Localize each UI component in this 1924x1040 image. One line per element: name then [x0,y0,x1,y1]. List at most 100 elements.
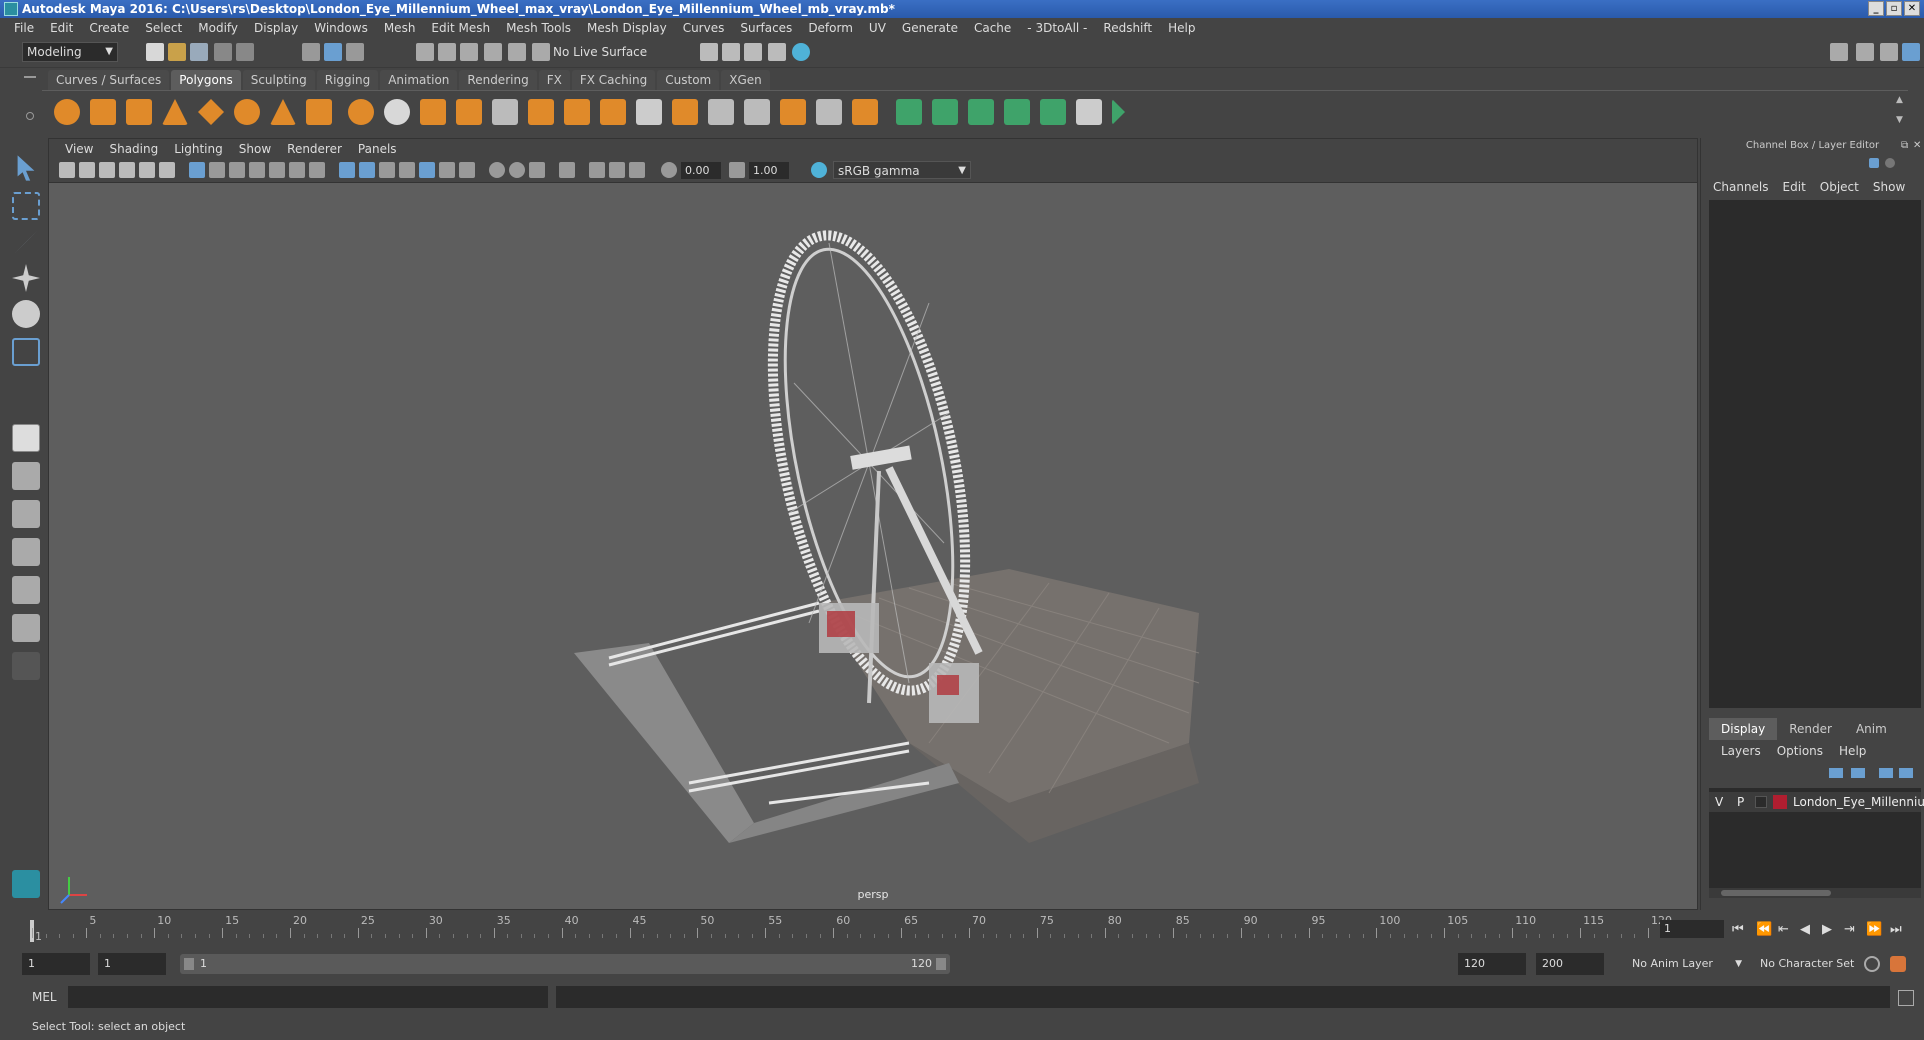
menu-redshift[interactable]: Redshift [1095,21,1160,35]
shadows-icon[interactable] [439,162,455,178]
tab-rigging[interactable]: Rigging [316,70,379,90]
gamma-icon[interactable] [729,162,745,178]
use-all-lights-icon[interactable] [419,162,435,178]
layer-playback-toggle[interactable]: P [1737,792,1744,812]
menu-windows[interactable]: Windows [306,21,376,35]
scale-tool-icon[interactable] [12,338,40,366]
channel-box-toggle-icon[interactable] [1902,43,1920,61]
move-tool-icon[interactable] [12,264,40,292]
textured-icon[interactable] [399,162,415,178]
shelf-scroll-up-icon[interactable]: ▲ [1896,95,1903,105]
modeling-toolkit-icon[interactable] [1830,43,1848,61]
select-hierarchy-icon[interactable] [302,43,320,61]
safe-title-icon[interactable] [309,162,325,178]
four-view-layout-icon[interactable] [12,462,40,490]
close-button[interactable]: ✕ [1904,1,1920,16]
viewport-menu-renderer[interactable]: Renderer [279,142,350,156]
new-scene-icon[interactable] [146,43,164,61]
playback-end-field[interactable]: 120 [1458,953,1526,975]
current-frame-field[interactable]: 1 [1660,920,1724,938]
snap-curve-icon[interactable] [438,43,456,61]
grab-icon[interactable] [1004,99,1030,125]
snap-point-icon[interactable] [460,43,478,61]
playback-start-field[interactable]: 1 [98,953,166,975]
persp-hypershade-layout-icon[interactable] [12,576,40,604]
poly-cube-icon[interactable] [90,99,116,125]
wireframe-on-shaded-icon[interactable] [379,162,395,178]
paint-select-icon[interactable] [896,99,922,125]
tab-sculpting[interactable]: Sculpting [242,70,315,90]
shelf-menu-icon[interactable] [24,76,36,78]
rotate-tool-icon[interactable] [12,300,40,328]
outliner-layout-icon[interactable] [12,614,40,642]
paint-select-tool-icon[interactable] [14,230,38,254]
planar-mapping-icon[interactable] [780,99,806,125]
anim-layer-dropdown[interactable]: No Anim Layer ▼ [1626,953,1746,975]
snap-surface-icon[interactable] [508,43,526,61]
menu-surfaces[interactable]: Surfaces [732,21,800,35]
step-forward-key-icon[interactable]: ⇥ [1844,922,1855,937]
automatic-mapping-icon[interactable] [816,99,842,125]
viewport-menu-shading[interactable]: Shading [101,142,166,156]
multi-cut-icon[interactable] [636,99,662,125]
shelf-scroll-down-icon[interactable]: ▼ [1896,115,1903,125]
character-set-dropdown[interactable]: No Character Set [1754,953,1874,975]
attribute-toggle-icon[interactable] [1885,158,1895,168]
checker-icon[interactable] [1076,99,1102,125]
render-settings-icon[interactable] [744,43,762,61]
tab-anim[interactable]: Anim [1844,718,1899,740]
select-object-icon[interactable] [324,43,342,61]
layer-scrollbar-thumb[interactable] [1721,890,1831,896]
magnet-icon[interactable] [532,43,550,61]
menu-mesh-tools[interactable]: Mesh Tools [498,21,579,35]
uv-editor-icon[interactable] [744,99,770,125]
animation-preferences-icon[interactable] [1890,956,1906,972]
viewport-menu-view[interactable]: View [57,142,101,156]
combine-icon[interactable] [348,99,374,125]
tab-polygons[interactable]: Polygons [171,70,241,90]
smooth-icon[interactable] [456,99,482,125]
tab-fx-caching[interactable]: FX Caching [571,70,656,90]
insert-edge-loop-icon[interactable] [600,99,626,125]
two-d-pan-icon[interactable] [139,162,155,178]
play-backwards-icon[interactable]: ◀ [1800,922,1810,937]
step-forward-frame-icon[interactable]: ⏩ [1866,922,1882,937]
layer-menu-layers[interactable]: Layers [1721,744,1761,758]
poly-cylinder-icon[interactable] [126,99,152,125]
live-surface-field[interactable]: No Live Surface [553,43,658,61]
safe-action-icon[interactable] [289,162,305,178]
command-input[interactable] [68,986,548,1008]
script-editor-icon[interactable] [1898,990,1914,1006]
isolate-select-icon[interactable] [559,162,575,178]
menu-deform[interactable]: Deform [800,21,861,35]
go-to-start-icon[interactable]: ⏮ [1732,922,1744,937]
lasso-tool-icon[interactable] [12,192,40,220]
tab-animation[interactable]: Animation [380,70,458,90]
go-to-end-icon[interactable]: ⏭ [1890,922,1902,937]
close-panel-icon[interactable]: ✕ [1913,140,1921,151]
command-language-label[interactable]: MEL [32,990,57,1004]
toolbox-expand-icon[interactable] [12,652,40,680]
poly-plane-icon[interactable] [198,99,224,125]
poly-sphere-icon[interactable] [54,99,80,125]
minimize-button[interactable]: _ [1868,1,1884,16]
layer-visibility-toggle[interactable]: V [1715,792,1723,812]
range-slider[interactable]: 1 120 [180,954,950,974]
animation-end-field[interactable]: 200 [1536,953,1604,975]
resolution-gate-icon[interactable] [229,162,245,178]
grease-pencil-icon[interactable] [159,162,175,178]
menu-curves[interactable]: Curves [675,21,733,35]
maximize-button[interactable]: ▫ [1886,1,1902,16]
field-chart-icon[interactable] [269,162,285,178]
render-view-icon[interactable] [792,43,810,61]
poly-pyramid-icon[interactable] [270,99,296,125]
menu-3dtoall[interactable]: - 3DtoAll - [1019,21,1095,35]
append-polygon-icon[interactable] [708,99,734,125]
shelf-settings-icon[interactable] [26,112,34,120]
hypershade-icon[interactable] [768,43,786,61]
poly-torus-icon[interactable] [234,99,260,125]
layer-menu-help[interactable]: Help [1839,744,1866,758]
menu-mesh[interactable]: Mesh [376,21,424,35]
auto-key-icon[interactable] [1864,956,1880,972]
cut-uv-icon[interactable] [852,99,878,125]
